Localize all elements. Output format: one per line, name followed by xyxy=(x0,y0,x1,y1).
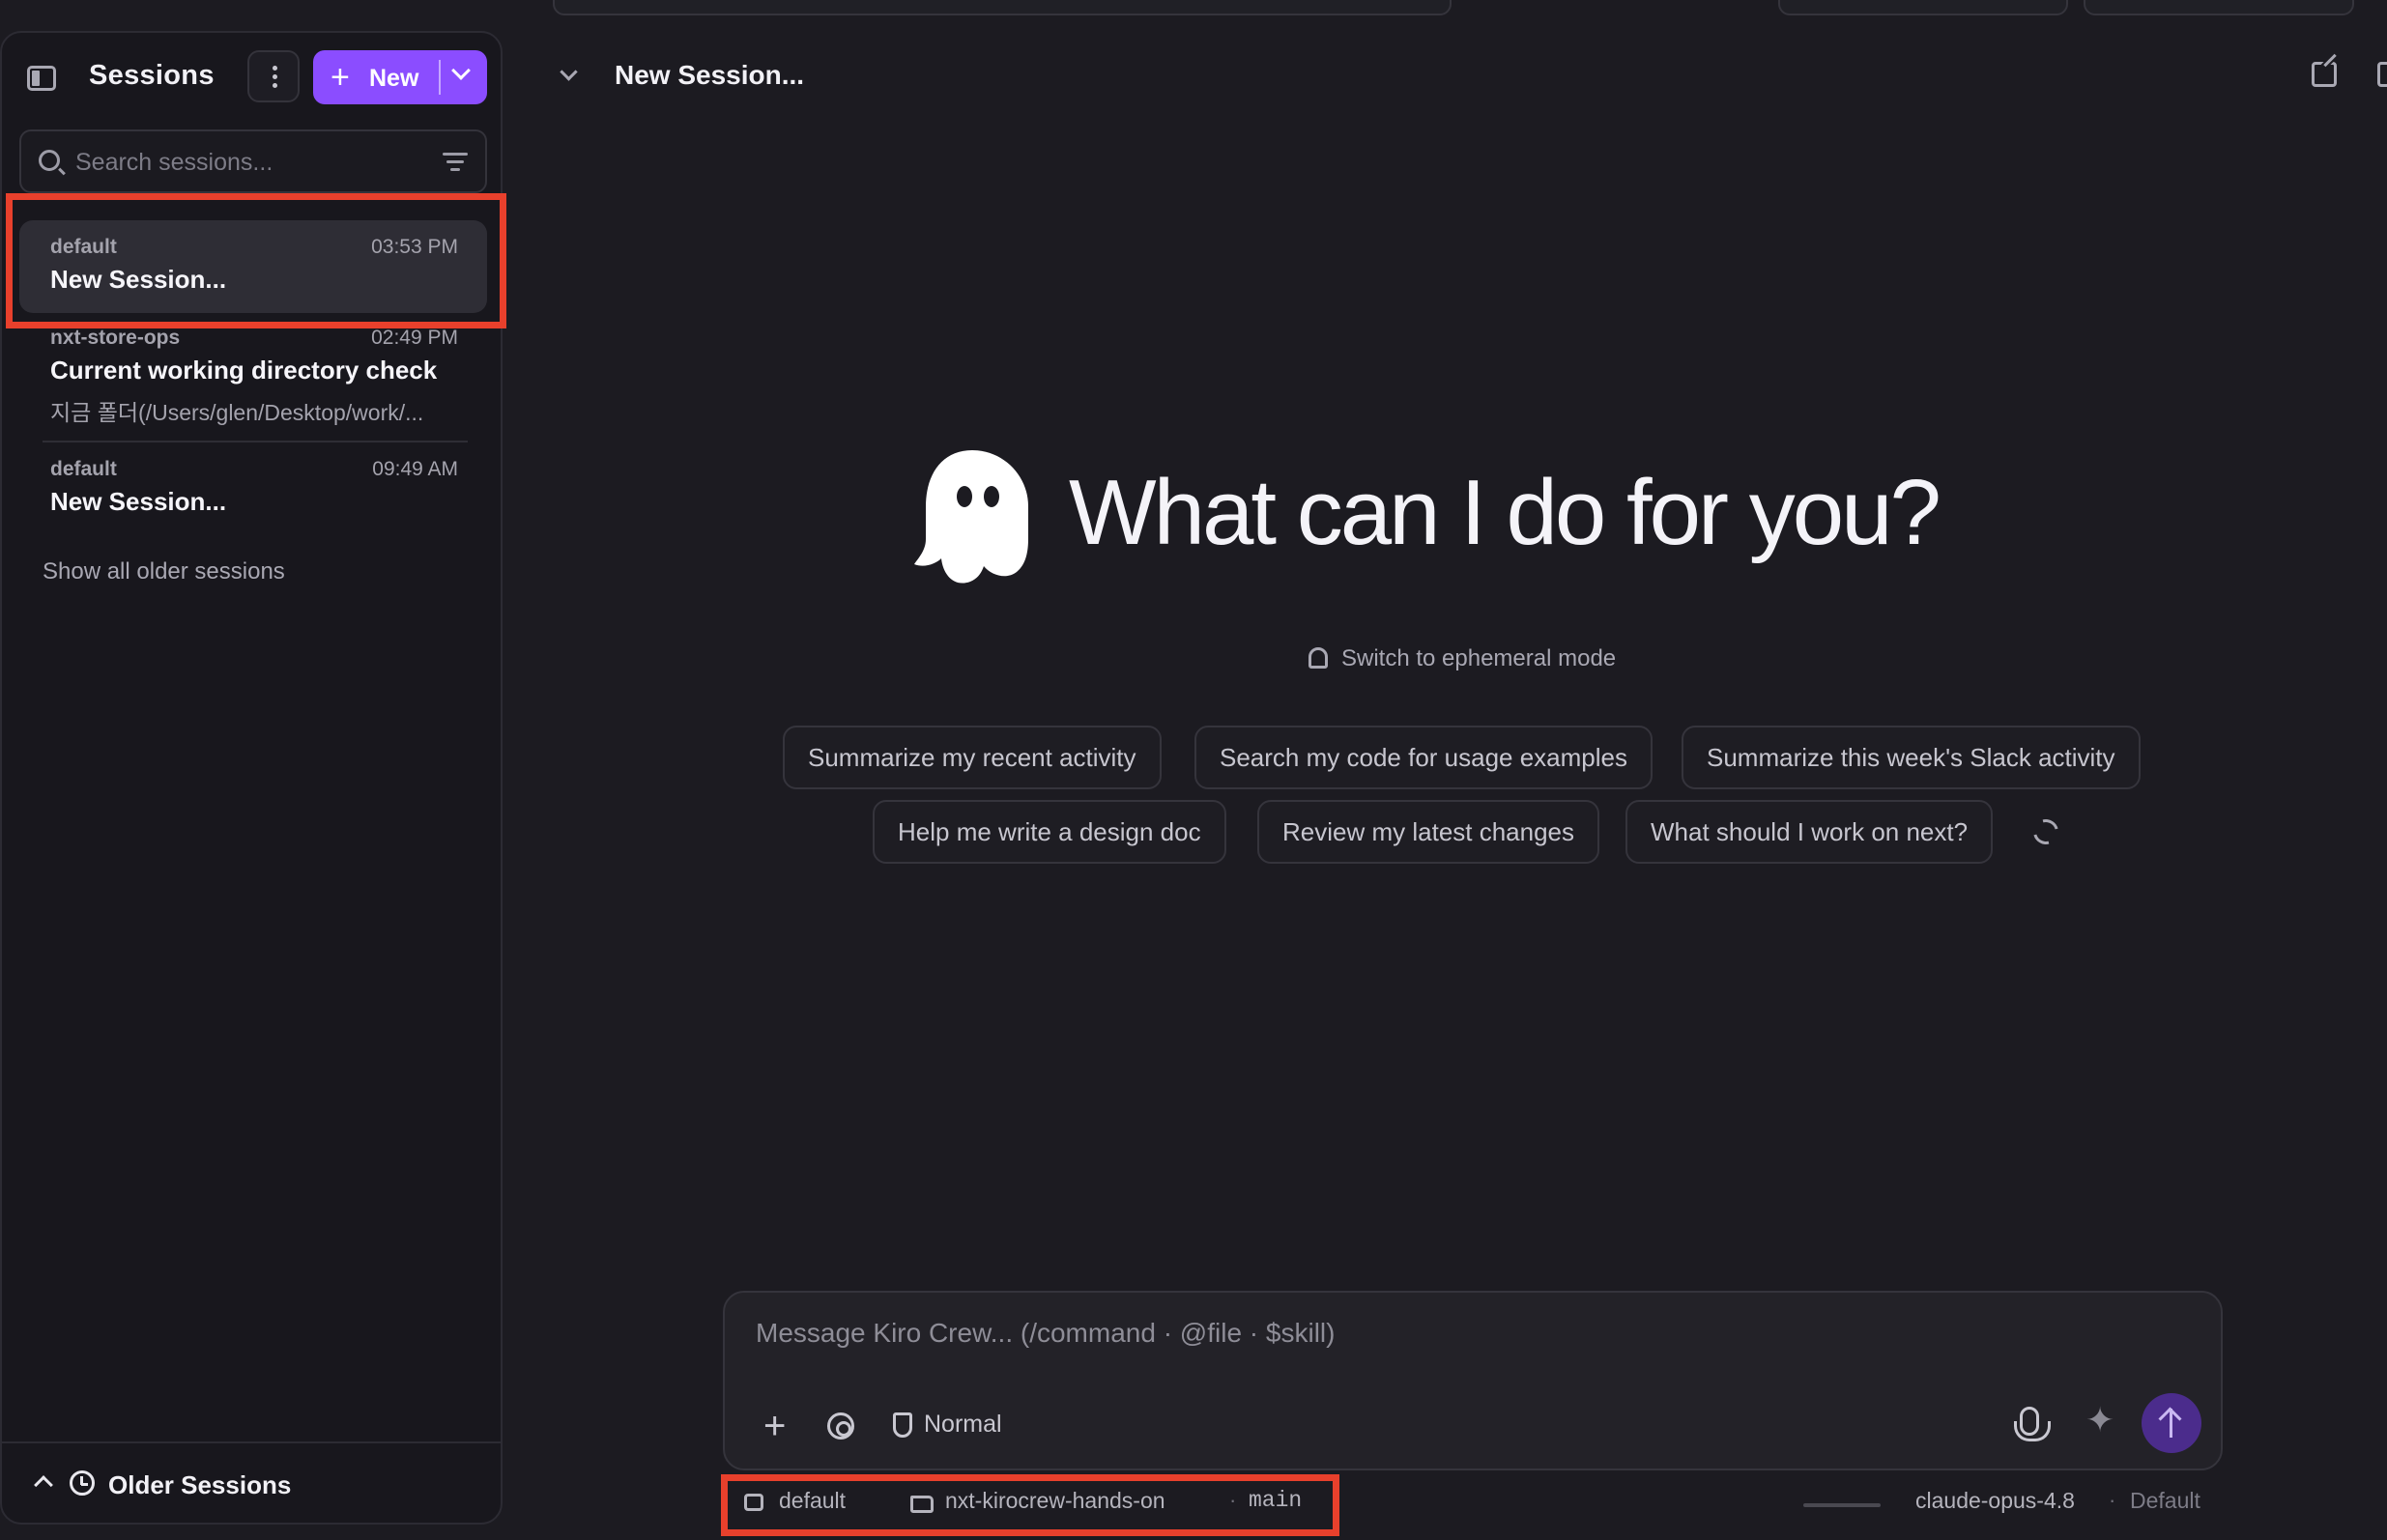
session-title-header: New Session... xyxy=(615,60,805,90)
show-older-sessions-link[interactable]: Show all older sessions xyxy=(43,558,285,585)
suggestion-chip[interactable]: Search my code for usage examples xyxy=(1194,726,1653,789)
status-agent[interactable]: default xyxy=(779,1488,846,1514)
panel-icon[interactable] xyxy=(2377,62,2387,87)
suggestion-chip[interactable]: Summarize my recent activity xyxy=(783,726,1162,789)
new-session-dropdown-icon[interactable] xyxy=(451,61,471,80)
suggestion-chip[interactable]: What should I work on next? xyxy=(1625,800,1994,864)
search-icon xyxy=(39,150,60,171)
chevron-down-icon[interactable] xyxy=(560,63,578,81)
attach-plus-icon[interactable]: + xyxy=(763,1407,786,1445)
status-profile[interactable]: Default xyxy=(2130,1488,2200,1514)
suggestion-chip[interactable]: Summarize this week's Slack activity xyxy=(1682,726,2141,789)
ephemeral-mode-label: Switch to ephemeral mode xyxy=(1341,645,1617,671)
status-folder[interactable]: nxt-kirocrew-hands-on xyxy=(945,1488,1165,1514)
send-button[interactable] xyxy=(2142,1393,2201,1453)
suggestion-chip[interactable]: Review my latest changes xyxy=(1257,800,1600,864)
session-workspace: nxt-store-ops xyxy=(50,327,181,349)
session-item[interactable]: nxt-store-ops 02:49 PM Current working d… xyxy=(19,327,487,446)
mode-selector[interactable]: Normal xyxy=(924,1411,1002,1439)
session-workspace: default xyxy=(50,458,117,480)
search-input[interactable] xyxy=(75,143,423,182)
session-title: New Session... xyxy=(50,487,227,516)
session-search xyxy=(19,129,487,193)
older-sessions-toggle[interactable]: Older Sessions xyxy=(2,1441,501,1523)
session-divider xyxy=(43,441,468,442)
chevron-up-icon xyxy=(34,1475,53,1495)
suggestion-chip[interactable]: Help me write a design doc xyxy=(873,800,1226,864)
folder-icon xyxy=(910,1496,934,1513)
open-external-icon[interactable] xyxy=(2312,62,2337,87)
microphone-icon[interactable] xyxy=(2014,1407,2051,1441)
new-session-button[interactable]: + New xyxy=(313,50,487,104)
shield-icon[interactable] xyxy=(893,1412,912,1438)
message-composer: + Normal ✦ xyxy=(723,1291,2223,1470)
older-sessions-label: Older Sessions xyxy=(108,1470,292,1499)
hero-heading: What can I do for you? xyxy=(1069,461,1941,564)
top-toolbar-pill[interactable] xyxy=(1778,0,2068,15)
context-usage-bar xyxy=(1803,1503,1881,1507)
new-session-label: New xyxy=(369,65,419,92)
sparkle-icon[interactable]: ✦ xyxy=(2085,1401,2114,1440)
session-item[interactable]: default 09:49 AM New Session... xyxy=(19,456,487,533)
highlight-annotation xyxy=(6,193,506,328)
plus-icon: + xyxy=(331,59,350,96)
more-vertical-icon xyxy=(273,66,277,89)
session-title: Current working directory check xyxy=(50,356,438,385)
top-toolbar-pill[interactable] xyxy=(2084,0,2354,15)
target-icon[interactable] xyxy=(827,1412,854,1440)
refresh-suggestions-icon[interactable] xyxy=(2028,814,2063,849)
status-model[interactable]: claude-opus-4.8 xyxy=(1915,1488,2075,1514)
session-preview: 지금 폴더(/Users/glen/Desktop/work/... xyxy=(50,400,424,425)
session-time: 09:49 AM xyxy=(372,458,458,480)
more-options-button[interactable] xyxy=(247,50,300,102)
app-window: Sessions + New default 03:53 PM New Sess… xyxy=(0,0,2387,1540)
ghost-logo-icon xyxy=(914,450,1028,584)
status-branch[interactable]: main xyxy=(1249,1488,1302,1513)
agent-icon xyxy=(744,1494,763,1511)
message-input[interactable] xyxy=(756,1318,2186,1360)
sidebar-title: Sessions xyxy=(89,60,215,91)
sidebar-header: Sessions + New xyxy=(2,33,501,120)
session-time: 02:49 PM xyxy=(371,327,458,349)
sidebar-toggle-icon[interactable] xyxy=(27,66,56,91)
filter-icon[interactable] xyxy=(443,153,468,172)
ghost-icon xyxy=(1309,647,1328,669)
top-address-bar[interactable] xyxy=(553,0,1452,15)
ephemeral-mode-toggle[interactable]: Switch to ephemeral mode xyxy=(1309,645,1616,672)
clock-icon xyxy=(70,1470,95,1496)
